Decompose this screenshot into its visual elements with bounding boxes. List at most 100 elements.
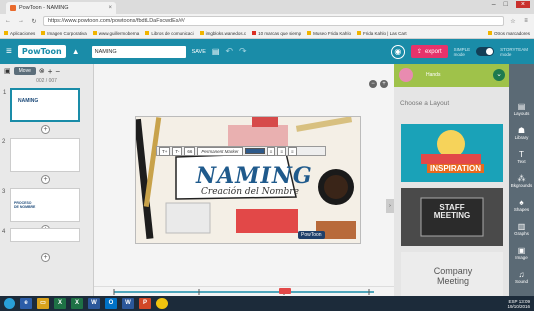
zoom-controls: − + xyxy=(369,80,388,88)
start-icon[interactable] xyxy=(4,298,15,309)
sidebar-item-text[interactable]: T Text xyxy=(509,150,534,164)
slide-thumbnail[interactable]: 3 PROCESO DE NOMBRE xyxy=(2,188,80,222)
delete-slide-icon[interactable]: ⊗ xyxy=(39,67,45,75)
tab-close-icon[interactable]: × xyxy=(108,5,112,11)
export-icon: ⇪ xyxy=(416,49,422,55)
move-button[interactable]: Move xyxy=(13,67,36,75)
bookmark-item[interactable]: 10 marcas que siemp xyxy=(252,31,301,36)
excel-icon[interactable]: X xyxy=(71,298,83,309)
collapse-panel-icon[interactable]: › xyxy=(386,199,394,213)
sidebar-item-image[interactable]: ▣ Image xyxy=(509,246,534,260)
url-field[interactable]: https://www.powtoon.com/powtoons/fbdtLDa… xyxy=(43,16,504,26)
bookmark-item[interactable]: Frida Kahlo | Las Cart xyxy=(356,31,407,36)
redo-icon[interactable]: ↷ xyxy=(239,46,247,57)
forward-icon[interactable]: → xyxy=(17,18,25,24)
align-right-icon[interactable]: ≡ xyxy=(287,146,297,156)
sidebar-item-library[interactable]: ☗ Library xyxy=(509,126,534,140)
bookmark-star-icon[interactable]: ☆ xyxy=(509,18,517,25)
text-size-down-icon[interactable]: T- xyxy=(172,146,183,156)
chevron-down-icon[interactable]: ⌄ xyxy=(493,69,505,81)
powtoon-logo[interactable]: PowToon xyxy=(17,45,66,58)
layout-card-inspiration[interactable]: INSPIRATION xyxy=(401,124,503,182)
windows-taskbar: e ▭ X X W O W P ESP 13:09 19/10/2016 xyxy=(0,296,534,311)
other-bookmarks[interactable]: Otros marcadores xyxy=(487,31,530,36)
page-icon xyxy=(41,31,46,35)
align-center-icon[interactable]: ≡ xyxy=(277,146,286,156)
font-size-select[interactable]: 66 xyxy=(184,146,196,156)
browser-tab[interactable]: PowToon - NAMING × xyxy=(6,2,116,14)
explorer-icon[interactable]: e xyxy=(20,298,32,309)
layout-card-company-meeting[interactable]: Company Meeting xyxy=(401,252,503,296)
font-family-select[interactable]: Permanent Marker xyxy=(197,146,243,156)
hamburger-menu-icon[interactable]: ≡ xyxy=(6,46,12,57)
canvas-area: − + NAMING Creación del Nombre PowToon T… xyxy=(94,64,394,286)
bookmark-item[interactable]: imgbloks.wanedos.c xyxy=(199,31,246,36)
mode-toggle[interactable] xyxy=(476,47,495,56)
timeline[interactable] xyxy=(94,286,394,296)
word-icon[interactable]: W xyxy=(88,298,100,309)
bookmark-item[interactable]: Libros de comunicaci xyxy=(145,31,194,36)
undo-icon[interactable]: ↶ xyxy=(225,46,233,57)
outlook-icon[interactable]: O xyxy=(105,298,117,309)
layouts-icon: ▤ xyxy=(517,102,526,111)
sidebar-item-shapes[interactable]: ♠ Shapes xyxy=(509,198,534,212)
choose-layout-label: Choose a Layout xyxy=(400,100,450,107)
address-bar-row: ← → ↻ https://www.powtoon.com/powtoons/f… xyxy=(0,14,534,28)
save-button[interactable]: SAVE xyxy=(192,49,206,55)
slide-canvas[interactable]: NAMING Creación del Nombre PowToon xyxy=(135,116,361,244)
document-icon[interactable]: ▤ xyxy=(212,47,220,56)
bookmark-item[interactable]: www.guillermoberna xyxy=(92,31,139,36)
bookmark-item[interactable]: Aplicaciones xyxy=(4,31,35,36)
slides-view-icon[interactable]: ▣ xyxy=(4,67,11,75)
bookmark-item[interactable]: Imagen Corporativa xyxy=(41,31,87,36)
text-icon: T xyxy=(519,150,524,159)
slides-panel-header: ▣ Move ⊗ + − xyxy=(0,64,93,78)
chrome-icon[interactable] xyxy=(156,298,168,309)
canvas-subtitle[interactable]: Creación del Nombre xyxy=(201,187,299,197)
hands-icon xyxy=(399,68,413,82)
text-color-swatch[interactable] xyxy=(244,148,265,154)
slides-panel: ▣ Move ⊗ + − 002 / 007 1 NAMING + 2 + 3 … xyxy=(0,64,94,296)
maximize-icon[interactable]: □ xyxy=(504,1,508,8)
sidebar-item-layouts[interactable]: ▤ Layouts xyxy=(509,102,534,116)
word-icon[interactable]: W xyxy=(122,298,134,309)
preview-eye-icon[interactable]: ◉ xyxy=(390,44,405,59)
layout-card-staff-meeting[interactable]: STAFF MEETING xyxy=(401,188,503,246)
add-slide-icon[interactable]: + xyxy=(48,67,53,76)
library-title: Hands xyxy=(426,72,441,78)
sidebar-item-graphs[interactable]: ▥ Graphs xyxy=(509,222,534,236)
canvas-brand-tag: PowToon xyxy=(298,231,325,239)
presentation-title-input[interactable]: NAMING xyxy=(91,45,186,58)
close-window-icon[interactable]: × xyxy=(515,1,530,8)
apps-icon xyxy=(4,31,8,35)
reload-icon[interactable]: ↻ xyxy=(30,18,38,25)
zoom-in-icon[interactable]: + xyxy=(380,80,388,88)
excel-icon[interactable]: X xyxy=(54,298,66,309)
rocket-icon[interactable]: ▲ xyxy=(72,47,80,56)
folder-icon[interactable]: ▭ xyxy=(37,298,49,309)
powerpoint-icon[interactable]: P xyxy=(139,298,151,309)
window-controls: – □ × xyxy=(492,1,530,8)
zoom-out-icon[interactable]: − xyxy=(369,80,377,88)
slide-thumbnail[interactable]: 1 NAMING xyxy=(3,88,80,122)
canvas-headline[interactable]: NAMING xyxy=(196,163,313,189)
align-left-icon[interactable]: ≡ xyxy=(266,146,276,156)
sidebar-item-backgrounds[interactable]: ⁂ Bkgrounds xyxy=(509,174,534,188)
slide-thumbnail[interactable]: 4 xyxy=(2,228,80,242)
back-icon[interactable]: ← xyxy=(4,18,12,24)
menu-icon[interactable]: ≡ xyxy=(522,18,530,24)
insert-slide-icon[interactable]: + xyxy=(41,175,50,184)
insert-slide-icon[interactable]: + xyxy=(41,125,50,134)
sidebar-item-sound[interactable]: ♫ Sound xyxy=(509,270,534,284)
powtoon-toolbar: ≡ PowToon ▲ NAMING SAVE ▤ ↶ ↷ ◉ ⇪ export… xyxy=(0,39,534,64)
text-size-up-icon[interactable]: T+ xyxy=(159,146,171,156)
export-button[interactable]: ⇪ export xyxy=(410,45,448,58)
remove-slide-icon[interactable]: − xyxy=(55,67,60,76)
minimize-icon[interactable]: – xyxy=(492,1,496,8)
layout-label: Company Meeting xyxy=(433,266,473,286)
slide-number: 1 xyxy=(3,90,7,96)
insert-slide-icon[interactable]: + xyxy=(41,253,50,262)
shapes-icon: ♠ xyxy=(519,198,524,207)
slide-thumbnail[interactable]: 2 xyxy=(2,138,80,172)
bookmark-item[interactable]: Museo Frida Kahlo xyxy=(307,31,351,36)
